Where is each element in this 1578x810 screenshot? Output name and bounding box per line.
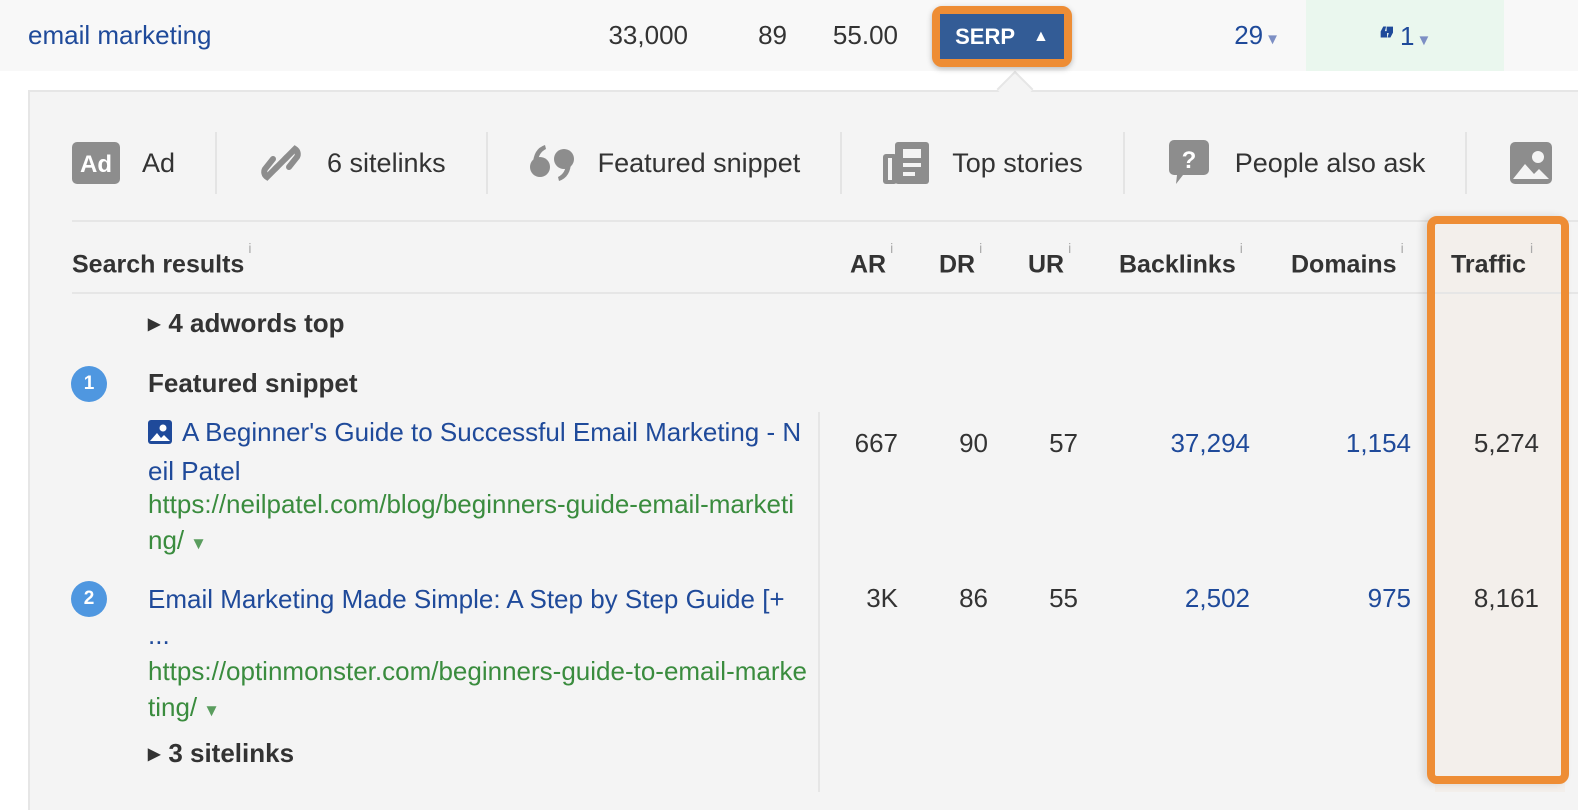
result-type-label: Featured snippet <box>148 368 358 398</box>
info-icon[interactable]: i <box>248 240 251 256</box>
url-text: https://optinmonster.com/beginners-guide… <box>148 656 807 722</box>
backlinks-link[interactable]: 37,294 <box>1120 428 1250 459</box>
domains-link[interactable]: 1,154 <box>1290 428 1411 459</box>
ar-value: 3K <box>866 583 898 613</box>
triangle-right-icon: ▶ <box>148 746 161 763</box>
serp-features-count: 1 <box>1400 21 1415 51</box>
info-icon[interactable]: i <box>1240 240 1243 256</box>
serp-button[interactable]: SERP ▲ <box>940 14 1064 59</box>
column-header-backlinks[interactable]: Backlinksi <box>1119 238 1243 278</box>
header-label: DR <box>939 250 976 279</box>
header-label: Backlinks <box>1119 250 1236 279</box>
traffic-column-highlight <box>1427 216 1569 784</box>
toggle-label: 3 sitelinks <box>168 738 295 768</box>
header-label: UR <box>1028 250 1065 279</box>
results-count[interactable]: 29 ▼ <box>1200 0 1280 71</box>
featured-snippet-quote-icon: ❛❜ <box>1378 22 1395 57</box>
result-url-link[interactable]: https://neilpatel.com/blog/beginners-gui… <box>148 486 808 562</box>
serp-button-highlight: SERP ▲ <box>932 6 1072 67</box>
position-badge: 1 <box>71 366 107 402</box>
url-text: https://neilpatel.com/blog/beginners-gui… <box>148 489 794 555</box>
column-header-ar[interactable]: ARi <box>850 238 893 278</box>
column-header-ur[interactable]: URi <box>1028 238 1071 278</box>
triangle-right-icon: ▶ <box>148 316 161 333</box>
column-header-dr[interactable]: DRi <box>939 238 982 278</box>
chevron-down-icon: ▼ <box>1416 32 1432 49</box>
feature-label: Featured snippet <box>597 147 801 178</box>
header-label: Search results <box>72 250 245 279</box>
column-header-search-results[interactable]: Search resultsi <box>72 238 251 278</box>
title-text: A Beginner's Guide to Successful Email M… <box>148 417 802 486</box>
quote-icon <box>528 141 576 185</box>
chevron-down-icon[interactable]: ▼ <box>203 701 220 720</box>
image-icon <box>1507 141 1555 185</box>
feature-people-also-ask[interactable]: ? People also ask <box>1125 132 1468 194</box>
ur-value: 57 <box>1049 428 1078 458</box>
column-header-domains[interactable]: Domainsi <box>1291 238 1404 278</box>
feature-top-stories[interactable]: Top stories <box>842 132 1125 194</box>
ur-value: 55 <box>1049 583 1078 613</box>
info-icon[interactable]: i <box>1068 240 1071 256</box>
position-badge: 2 <box>71 581 107 617</box>
search-volume: 33,000 <box>608 20 688 50</box>
image-icon <box>148 417 172 453</box>
dr-value: 86 <box>959 583 988 613</box>
chevron-down-icon[interactable]: ▼ <box>190 534 207 553</box>
feature-label: Ad <box>142 147 176 178</box>
feature-ad[interactable]: Ad Ad <box>72 132 218 194</box>
domains-link[interactable]: 975 <box>1290 583 1411 614</box>
serp-features-dropdown[interactable]: ❛❜ 1 ▼ <box>1306 0 1504 71</box>
feature-images[interactable] <box>1467 132 1577 194</box>
serp-button-label: SERP <box>955 23 1016 49</box>
divider <box>72 220 1578 222</box>
feature-sitelinks[interactable]: 6 sitelinks <box>217 132 488 194</box>
keyword-link[interactable]: email marketing <box>28 0 212 71</box>
sitelinks-toggle[interactable]: ▶ 3 sitelinks <box>148 738 294 769</box>
toggle-label: 4 adwords top <box>168 308 345 338</box>
chevron-down-icon: ▼ <box>1265 31 1280 48</box>
feature-label: 6 sitelinks <box>327 147 446 178</box>
keyword-difficulty: 89 <box>758 20 787 50</box>
caret-up-icon: ▲ <box>1033 27 1049 45</box>
link-icon <box>257 141 305 185</box>
serp-features-bar: Ad Ad 6 sitelinks Featured snippet Top s… <box>72 132 1577 194</box>
feature-label: People also ask <box>1234 147 1426 178</box>
adwords-top-toggle[interactable]: ▶ 4 adwords top <box>148 308 345 339</box>
ad-icon: Ad <box>72 141 120 185</box>
svg-text:?: ? <box>1181 147 1196 174</box>
info-icon[interactable]: i <box>890 240 893 256</box>
header-label: AR <box>850 250 887 279</box>
result-title-link[interactable]: Email Marketing Made Simple: A Step by S… <box>148 581 808 653</box>
cpc-value: 55.00 <box>832 20 898 50</box>
keyword-row: email marketing 33,000 89 55.00 29 ▼ ❛❜ 1 ▼ <box>0 0 1578 71</box>
ar-value: 667 <box>854 428 898 458</box>
result-url-link[interactable]: https://optinmonster.com/beginners-guide… <box>148 653 808 729</box>
svg-text:Ad: Ad <box>80 151 112 178</box>
result-title-link[interactable]: A Beginner's Guide to Successful Email M… <box>148 414 808 489</box>
feature-featured-snippet[interactable]: Featured snippet <box>488 132 843 194</box>
backlinks-link[interactable]: 2,502 <box>1120 583 1250 614</box>
info-icon[interactable]: i <box>1401 240 1404 256</box>
info-icon[interactable]: i <box>979 240 982 256</box>
header-divider <box>72 292 1578 294</box>
newspaper-icon <box>882 141 930 185</box>
feature-label: Top stories <box>952 147 1083 178</box>
results-value: 29 <box>1234 20 1264 50</box>
dr-value: 90 <box>959 428 988 458</box>
question-bubble-icon: ? <box>1165 140 1213 185</box>
header-label: Domains <box>1291 250 1397 279</box>
